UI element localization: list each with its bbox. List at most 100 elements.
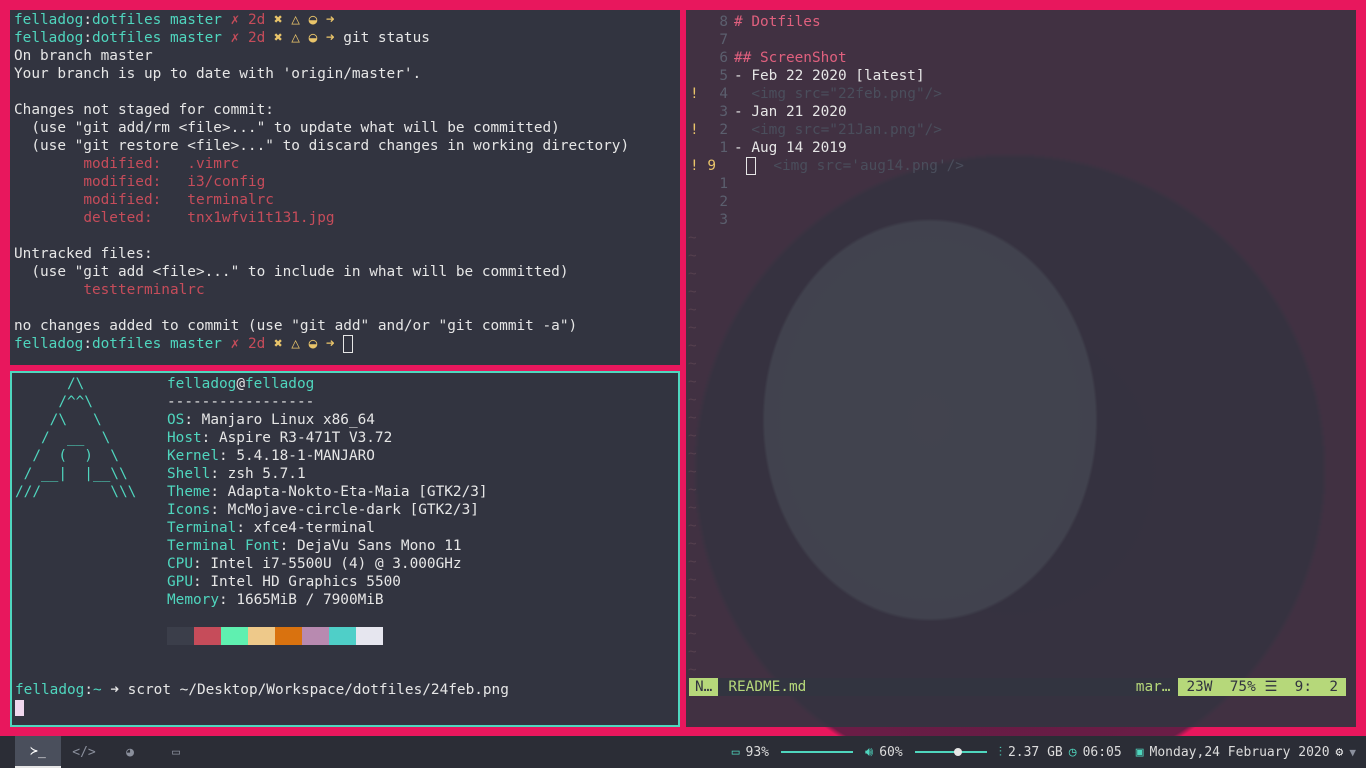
clock-time[interactable]: 06:05 <box>1083 745 1122 760</box>
workspace-button[interactable]: ◕ <box>107 736 153 768</box>
editor-line[interactable]: ! 4 <img src="22feb.png"/> <box>686 85 1356 103</box>
info-field: OS: Manjaro Linux x86_64 <box>167 412 375 428</box>
line-number: 6 <box>719 50 728 66</box>
editor-buffer[interactable]: 8 # Dotfiles 7 6 ## ScreenShot 5 - Feb 22 2020… <box>686 10 1356 229</box>
output-line: (use "git add/rm <file>..." to update wh… <box>14 120 560 136</box>
info-field: Kernel: 5.4.18-1-MANJARO <box>167 448 375 464</box>
prompt-line <box>12 699 678 717</box>
clock-icon: ◷ <box>1068 744 1077 760</box>
brightness-slider[interactable] <box>781 751 853 753</box>
line-text: - Feb 22 2020 [latest] <box>734 68 925 84</box>
logo-line: /\ <box>15 376 85 392</box>
editor-line[interactable]: 3 <box>686 211 1356 229</box>
color-swatch <box>329 627 356 645</box>
output-line: (use "git add <file>..." to include in w… <box>14 264 569 280</box>
empty-line-marker: ~ <box>688 392 697 408</box>
editor-line[interactable]: 1 <box>686 175 1356 193</box>
editor-line[interactable]: 8 # Dotfiles <box>686 13 1356 31</box>
editor-line[interactable]: ! 2 <img src="21Jan.png"/> <box>686 121 1356 139</box>
empty-line-marker: ~ <box>688 644 697 660</box>
text-cursor <box>746 157 756 175</box>
editor-line[interactable]: 3 - Jan 21 2020 <box>686 103 1356 121</box>
info-field: Theme: Adapta-Nokto-Eta-Maia [GTK2/3] <box>167 484 488 500</box>
workspace-button[interactable]: </> <box>61 736 107 768</box>
mode-indicator: N… <box>689 678 719 696</box>
menu-icon: ☰ <box>1264 679 1278 695</box>
user-host: felladog@felladog <box>167 376 315 392</box>
prompt-area[interactable]: felladog:~ ➜ scrot ~/Desktop/Workspace/d… <box>12 681 678 717</box>
workspace-button[interactable]: ▭ <box>153 736 199 768</box>
memory-icon: ⫶ <box>998 744 1002 760</box>
separator: ----------------- <box>167 394 315 410</box>
line-text: # Dotfiles <box>734 14 821 30</box>
system-tray: ▭ 93% 🔊︎ 60% ⫶ 2.37 GB ◷ 06:05 ▣ Monday,… <box>732 736 1356 768</box>
editor-line[interactable]: 6 ## ScreenShot <box>686 49 1356 67</box>
taskbar: ≻_ </> ◕ ▭ ▭ 93% 🔊︎ 60% ⫶ 2.37 GB ◷ 06:05 ▣… <box>0 736 1366 768</box>
logo-line: /^^\ <box>15 394 93 410</box>
line-text: - Jan 21 2020 <box>734 104 847 120</box>
vim-editor[interactable]: 8 # Dotfiles 7 6 ## ScreenShot 5 - Feb 22 2020… <box>686 10 1356 727</box>
editor-line[interactable]: ! 9 <img src='aug14.png'/> <box>686 157 1356 175</box>
line-number: 5 <box>719 68 728 84</box>
color-palette <box>167 627 383 645</box>
untracked-file: testterminalrc <box>83 282 205 298</box>
volume-icon[interactable]: 🔊︎ <box>865 745 873 760</box>
line-number: 1 <box>719 176 728 192</box>
empty-line-marker: ~ <box>688 284 697 300</box>
changed-file: deleted: tnx1wfvi1t131.jpg <box>83 210 335 226</box>
color-swatch <box>302 627 329 645</box>
info-field: CPU: Intel i7-5500U (4) @ 3.000GHz <box>167 556 462 572</box>
info-field: Icons: McMojave-circle-dark [GTK2/3] <box>167 502 479 518</box>
slider-knob[interactable] <box>953 748 962 756</box>
editor-line[interactable]: 5 - Feb 22 2020 [latest] <box>686 67 1356 85</box>
changed-file: modified: .vimrc <box>83 156 240 172</box>
empty-line-marker: ~ <box>688 608 697 624</box>
lint-sign: ! <box>690 122 699 138</box>
line-number: 8 <box>719 14 728 30</box>
lint-sign: ! 9 <box>690 158 716 174</box>
output-line: Changes not staged for commit: <box>14 102 274 118</box>
lint-sign: ! <box>690 86 699 102</box>
filename: README.md <box>728 679 807 695</box>
browser-icon: ◕ <box>126 744 134 760</box>
terminal-neofetch[interactable]: /\ /^^\ /\ \ / __ \ / ( ) \ / __| |__\\ /… <box>10 371 680 727</box>
line-text: <img src='aug14.png'/> <box>756 158 964 174</box>
workspace-button[interactable]: ≻_ <box>15 736 61 768</box>
empty-line-marker: ~ <box>688 230 697 246</box>
empty-line-marker: ~ <box>688 554 697 570</box>
line-text: <img src="21Jan.png"/> <box>734 122 942 138</box>
empty-line-marker: ~ <box>688 482 697 498</box>
line-text: <img src="22feb.png"/> <box>734 86 942 102</box>
logo-line: /// \\\ <box>15 484 137 500</box>
color-swatch <box>167 627 194 645</box>
color-swatch <box>356 627 383 645</box>
manjaro-ascii-logo: /\ /^^\ /\ \ / __ \ / ( ) \ / __| |__\\ /… <box>15 375 136 501</box>
logo-line: / ( ) \ <box>15 448 119 464</box>
notifications-icon[interactable]: ▼ <box>1349 746 1356 759</box>
empty-line-marker: ~ <box>688 536 697 552</box>
empty-line-marker: ~ <box>688 518 697 534</box>
info-field: Terminal: xfce4-terminal <box>167 520 375 536</box>
prompt-line: felladog:~ ➜ scrot ~/Desktop/Workspace/d… <box>15 682 509 698</box>
editor-line[interactable]: 7 <box>686 31 1356 49</box>
changes-list: modified: .vimrc modified: i3/config mod… <box>11 155 679 227</box>
prompt-line: felladog:dotfiles master ✗ 2d ✖ △ ◒ ➜ gi… <box>14 30 430 46</box>
line-number: 3 <box>719 212 728 228</box>
empty-line-marker: ~ <box>688 266 697 282</box>
prompt-line[interactable]: felladog:dotfiles master ✗ 2d ✖ △ ◒ ➜ <box>11 335 679 353</box>
editor-line[interactable]: 2 <box>686 193 1356 211</box>
clock-date[interactable]: Monday,24 February 2020 <box>1150 745 1330 760</box>
logo-line: / __| |__\\ <box>15 466 128 482</box>
vim-statusline: N… README.md mar… 23W 75% ☰ 9: 2 <box>689 678 1346 696</box>
editor-line[interactable]: 1 - Aug 14 2019 <box>686 139 1356 157</box>
info-field: Terminal Font: DejaVu Sans Mono 11 <box>167 538 462 554</box>
settings-icon[interactable]: ⚙ <box>1336 745 1344 760</box>
volume-slider[interactable] <box>914 748 987 756</box>
empty-line-marker: ~ <box>688 590 697 606</box>
output-line: Your branch is up to date with 'origin/m… <box>14 66 422 82</box>
word-count: 23W 75% ☰ 9: 2 <box>1178 678 1346 696</box>
empty-line-marker: ~ <box>688 446 697 462</box>
changed-file: modified: i3/config <box>83 174 266 190</box>
terminal-git-status[interactable]: felladog:dotfiles master ✗ 2d ✖ △ ◒ ➜ fe… <box>10 10 680 365</box>
